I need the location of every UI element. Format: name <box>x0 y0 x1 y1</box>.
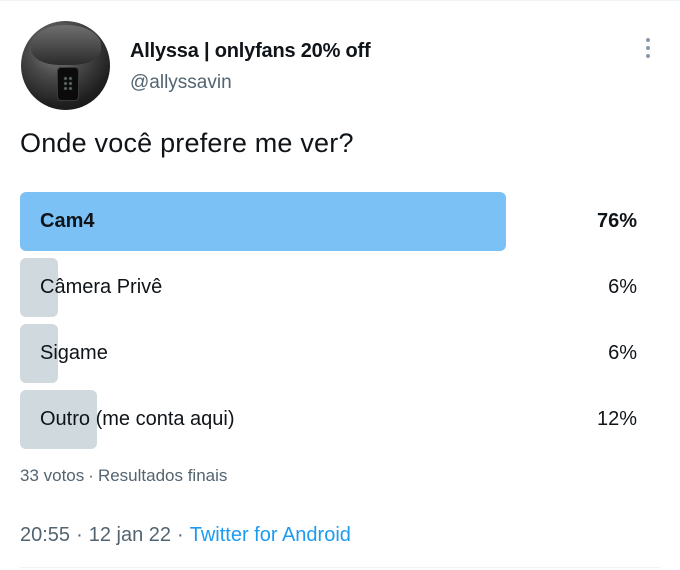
tweet-meta: 20:55 · 12 jan 22 · Twitter for Android <box>20 524 351 547</box>
meta-separator: · <box>177 524 184 546</box>
avatar-hair-shape <box>31 25 101 65</box>
bottom-divider <box>20 567 660 568</box>
poll-option-sigame: Sigame 6% <box>20 324 640 383</box>
poll-option-cam4: Cam4 76% <box>20 192 640 251</box>
poll-option-camera-prive: Câmera Privê 6% <box>20 258 640 317</box>
poll-vote-count: 33 votos <box>20 466 85 485</box>
author-handle[interactable]: @allyssavin <box>130 72 232 94</box>
poll-option-label: Outro (me conta aqui) <box>40 408 235 430</box>
poll-option-label: Sigame <box>40 342 108 364</box>
poll-option-label: Cam4 <box>40 210 95 232</box>
author-display-name[interactable]: Allyssa | onlyfans 20% off <box>130 40 371 63</box>
poll-option-percent: 6% <box>608 342 637 364</box>
tweet-source-link[interactable]: Twitter for Android <box>190 524 351 546</box>
poll-option-label: Câmera Privê <box>40 276 163 298</box>
more-vertical-icon[interactable] <box>641 38 655 62</box>
top-divider <box>0 0 680 1</box>
avatar-phone-shape <box>57 67 79 101</box>
tweet-time[interactable]: 20:55 <box>20 524 70 546</box>
avatar[interactable] <box>21 21 110 110</box>
poll-option-outro: Outro (me conta aqui) 12% <box>20 390 640 449</box>
tweet-date[interactable]: 12 jan 22 <box>89 524 171 546</box>
summary-separator: · <box>88 466 94 485</box>
poll-option-percent: 6% <box>608 276 637 298</box>
tweet-text: Onde você prefere me ver? <box>20 128 354 158</box>
poll-option-percent: 12% <box>596 408 637 430</box>
poll-option-percent: 76% <box>596 210 637 232</box>
meta-separator: · <box>76 524 83 546</box>
poll-status: Resultados finais <box>97 466 228 485</box>
poll-summary: 33 votos · Resultados finais <box>20 466 227 486</box>
